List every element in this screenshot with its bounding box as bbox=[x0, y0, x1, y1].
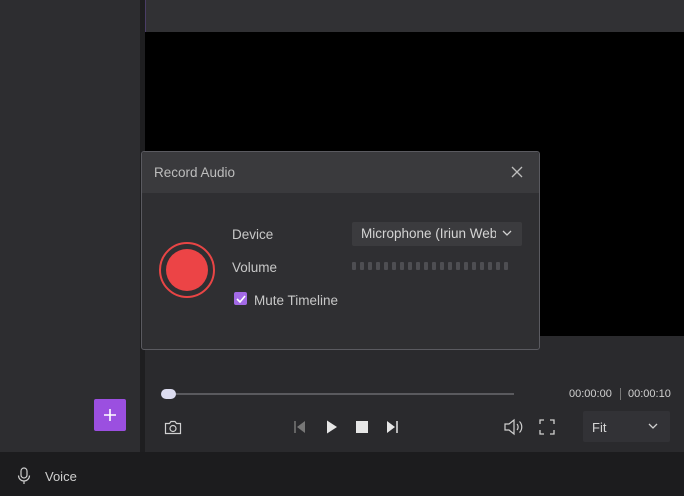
add-button[interactable] bbox=[94, 399, 126, 431]
zoom-select[interactable]: Fit bbox=[583, 411, 670, 442]
camera-icon bbox=[164, 420, 182, 435]
microphone-icon bbox=[17, 467, 31, 484]
fullscreen-icon bbox=[539, 419, 555, 435]
voice-track-label: Voice bbox=[45, 469, 77, 484]
prev-frame-icon bbox=[294, 421, 305, 433]
fullscreen-button[interactable] bbox=[538, 418, 556, 436]
plus-icon bbox=[104, 409, 116, 421]
record-button[interactable] bbox=[159, 242, 215, 298]
time-separator bbox=[620, 388, 621, 400]
preview-toolbar bbox=[145, 0, 684, 32]
stop-icon bbox=[356, 421, 368, 433]
next-frame-icon bbox=[387, 421, 398, 433]
record-audio-dialog: Record Audio Device Microphone (Iriun We… bbox=[141, 151, 540, 350]
device-label: Device bbox=[232, 227, 274, 242]
seek-handle[interactable] bbox=[161, 389, 176, 399]
dialog-title: Record Audio bbox=[154, 165, 236, 180]
volume-label: Volume bbox=[232, 260, 278, 275]
close-button[interactable] bbox=[509, 164, 525, 180]
seek-bar[interactable] bbox=[162, 393, 514, 395]
zoom-value: Fit bbox=[592, 420, 607, 435]
play-button[interactable] bbox=[323, 418, 341, 436]
bottom-track-bar bbox=[0, 452, 684, 496]
speaker-icon bbox=[504, 418, 523, 436]
check-icon bbox=[235, 294, 246, 303]
snapshot-button[interactable] bbox=[163, 418, 183, 436]
total-time: 00:00:10 bbox=[628, 388, 671, 400]
play-icon bbox=[327, 420, 337, 434]
chevron-down-icon bbox=[648, 423, 658, 429]
close-icon bbox=[511, 166, 523, 178]
stop-button[interactable] bbox=[353, 418, 371, 436]
record-icon bbox=[166, 249, 208, 291]
volume-button[interactable] bbox=[503, 417, 525, 437]
next-frame-button[interactable] bbox=[384, 418, 402, 436]
device-value: Microphone (Iriun Webcam) bbox=[361, 226, 496, 241]
media-library-panel bbox=[0, 0, 140, 452]
mute-timeline-checkbox[interactable] bbox=[234, 292, 247, 305]
volume-meter bbox=[352, 262, 512, 270]
dialog-header: Record Audio bbox=[142, 152, 539, 193]
mute-timeline-label[interactable]: Mute Timeline bbox=[254, 293, 338, 308]
current-time: 00:00:00 bbox=[569, 388, 612, 400]
previous-frame-button[interactable] bbox=[290, 418, 308, 436]
device-select[interactable]: Microphone (Iriun Webcam) bbox=[352, 222, 522, 246]
chevron-down-icon bbox=[502, 230, 512, 236]
